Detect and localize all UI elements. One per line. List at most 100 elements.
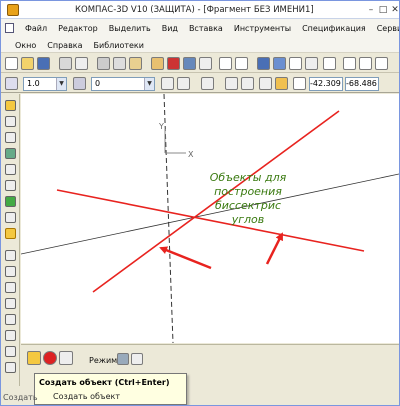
title-bar: КОМПАС-3D V10 (ЗАЩИТА) - [Фрагмент БЕЗ И… (1, 1, 399, 19)
new-file-icon[interactable] (5, 57, 18, 70)
measure-icon[interactable] (5, 180, 16, 191)
calc-icon[interactable] (273, 57, 286, 70)
menu-libraries[interactable]: Библиотеки (94, 41, 144, 50)
open-folder-icon[interactable] (21, 57, 34, 70)
annotation-line-4: углов (231, 213, 265, 226)
tooltip-subtitle: Создать объект (53, 392, 120, 401)
layer-combo[interactable]: 0 ▼ (91, 77, 155, 91)
scale-value: 1.0 (27, 79, 40, 88)
minimize-icon[interactable]: – (366, 5, 376, 15)
compact-toolbar (1, 94, 20, 386)
manager-icon[interactable] (257, 57, 270, 70)
mode-option-1-icon[interactable] (117, 353, 129, 365)
round-icon[interactable] (259, 77, 272, 90)
grid-icon[interactable] (305, 57, 318, 70)
manual-icon[interactable] (59, 351, 73, 365)
color-icon[interactable] (177, 77, 190, 90)
menu-insert[interactable]: Вставка (189, 24, 223, 33)
app-window: КОМПАС-3D V10 (ЗАЩИТА) - [Фрагмент БЕЗ И… (0, 0, 400, 406)
print-icon[interactable] (59, 57, 72, 70)
menu-file[interactable]: Файл (25, 24, 47, 33)
zoom-out-icon[interactable] (375, 57, 388, 70)
segment-icon[interactable] (5, 250, 16, 261)
coord-y-field[interactable]: -68.486 (345, 77, 379, 91)
dimensions-icon[interactable] (5, 116, 16, 127)
annotation-arrow-right (265, 232, 284, 265)
point-icon[interactable] (5, 266, 16, 277)
stop-icon[interactable] (43, 351, 57, 365)
select-icon[interactable] (5, 196, 16, 207)
mode-option-2-icon[interactable] (131, 353, 143, 365)
spec-panel-icon[interactable] (5, 212, 16, 223)
help-pointer-icon[interactable] (323, 57, 336, 70)
polyline-icon[interactable] (5, 346, 16, 357)
status-bar: Создать (3, 393, 38, 402)
annotation-line-3: биссектрис (214, 199, 282, 212)
menu-view[interactable]: Вид (162, 24, 178, 33)
copy-icon[interactable] (113, 57, 126, 70)
view-scale-icon (5, 77, 18, 90)
fx-icon[interactable] (289, 57, 302, 70)
menu-service[interactable]: Сервис (377, 24, 399, 33)
menu-tools[interactable]: Инструменты (234, 24, 291, 33)
geometry-icon[interactable] (5, 100, 16, 111)
paste-icon[interactable] (129, 57, 142, 70)
snaps-icon[interactable] (275, 77, 288, 90)
layer-value: 0 (95, 79, 101, 88)
parametrization-icon[interactable] (5, 164, 16, 175)
axis-y-label: Y (158, 122, 164, 131)
document-icon[interactable] (5, 23, 14, 33)
cursor-icon (293, 77, 306, 90)
snap-grid-icon[interactable] (201, 77, 214, 90)
undo-icon[interactable] (219, 57, 232, 70)
kompas-app-icon[interactable] (7, 4, 19, 16)
scale-dropdown-icon[interactable]: ▼ (56, 78, 66, 90)
zoom-in-icon[interactable] (359, 57, 372, 70)
tooltip: Создать объект (Ctrl+Enter) Создать объе… (34, 373, 187, 405)
local-cs-icon[interactable] (225, 77, 238, 90)
cut-icon[interactable] (97, 57, 110, 70)
circle-icon[interactable] (5, 282, 16, 293)
menu-specification[interactable]: Спецификация (302, 24, 366, 33)
annotation-line-2: построения (214, 185, 282, 198)
axis-x-label: X (188, 150, 194, 159)
close-icon[interactable]: ✕ (390, 5, 399, 15)
menu-bar: Файл Редактор Выделить Вид Вставка Инстр… (1, 19, 399, 53)
menu-row-secondary: Окно Справка Библиотеки (15, 37, 155, 53)
create-object-icon[interactable] (27, 351, 41, 365)
properties-icon[interactable] (151, 57, 164, 70)
annotation-line-1: Объекты для (209, 171, 287, 184)
zoom-window-icon[interactable] (343, 57, 356, 70)
preview-icon[interactable] (75, 57, 88, 70)
window-title: КОМПАС-3D V10 (ЗАЩИТА) - [Фрагмент БЕЗ И… (75, 5, 314, 15)
library-icon[interactable] (183, 57, 196, 70)
standard-toolbar (1, 54, 399, 73)
current-state-toolbar: 1.0 ▼ 0 ▼ -42.309 -68.486 (1, 74, 399, 93)
layers-icon[interactable] (73, 77, 86, 90)
symbols-icon[interactable] (5, 132, 16, 143)
maximize-icon[interactable]: □ (378, 5, 388, 15)
menu-select[interactable]: Выделить (109, 24, 151, 33)
arc-icon[interactable] (5, 298, 16, 309)
tooltip-title: Создать объект (Ctrl+Enter) (39, 378, 170, 387)
menu-window[interactable]: Окно (15, 41, 36, 50)
annotation-arrow-left (159, 246, 212, 270)
layer-dropdown-icon[interactable]: ▼ (144, 78, 154, 90)
ellipse-icon[interactable] (5, 314, 16, 325)
spline-icon[interactable] (5, 362, 16, 373)
redo-icon[interactable] (235, 57, 248, 70)
menu-row-main: Файл Редактор Выделить Вид Вставка Инстр… (5, 20, 399, 36)
magnet-icon[interactable] (167, 57, 180, 70)
edit-icon[interactable] (5, 148, 16, 159)
coord-x-field[interactable]: -42.309 (309, 77, 343, 91)
hatch-icon[interactable] (5, 330, 16, 341)
menu-editor[interactable]: Редактор (58, 24, 98, 33)
menu-help[interactable]: Справка (47, 41, 82, 50)
ortho-icon[interactable] (241, 77, 254, 90)
style-icon[interactable] (161, 77, 174, 90)
mode-label: Режим (89, 356, 118, 365)
auxiliary-line-icon[interactable] (5, 228, 16, 239)
spec-icon[interactable] (199, 57, 212, 70)
scale-combo[interactable]: 1.0 ▼ (23, 77, 67, 91)
save-icon[interactable] (37, 57, 50, 70)
